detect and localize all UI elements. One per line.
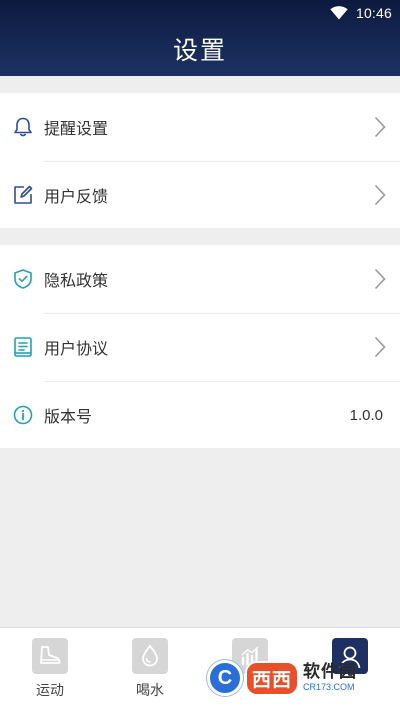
watermark-logo-icon: C: [207, 660, 243, 696]
info-icon: [12, 404, 34, 426]
document-icon: [12, 336, 34, 358]
shield-check-icon: [12, 268, 34, 290]
shoe-icon: [32, 638, 68, 674]
app-header: 10:46 设置: [0, 0, 400, 76]
chevron-right-icon: [374, 116, 386, 138]
watermark: C 西西 软件园 CR173.COM: [207, 654, 397, 702]
nav-item-water[interactable]: 喝水: [100, 628, 200, 710]
chevron-right-icon: [374, 268, 386, 290]
bell-icon: [12, 116, 34, 138]
settings-item-label: 用户协议: [44, 339, 109, 358]
wifi-icon: [330, 6, 348, 20]
edit-icon: [12, 184, 34, 206]
settings-item-agreement[interactable]: 用户协议: [0, 313, 400, 381]
nav-label: 运动: [36, 683, 64, 699]
settings-item-version: 版本号 1.0.0: [0, 381, 400, 449]
settings-item-reminder[interactable]: 提醒设置: [0, 93, 400, 161]
nav-label: 喝水: [136, 683, 164, 699]
settings-section-about: 隐私政策 用户协议 版本号 1.0.0: [0, 245, 400, 448]
page-title: 设置: [172, 36, 227, 65]
settings-item-privacy[interactable]: 隐私政策: [0, 245, 400, 313]
divider: [44, 313, 400, 314]
status-time: 10:46: [355, 5, 392, 21]
water-drop-icon: [132, 638, 168, 674]
chevron-right-icon: [374, 184, 386, 206]
settings-section-general: 提醒设置 用户反馈: [0, 93, 400, 228]
chevron-right-icon: [374, 336, 386, 358]
version-value: 1.0.0: [349, 406, 383, 424]
settings-item-label: 提醒设置: [44, 119, 109, 138]
watermark-url: CR173.COM: [303, 682, 355, 692]
settings-item-label: 版本号: [44, 407, 93, 426]
settings-item-label: 用户反馈: [44, 187, 109, 206]
status-bar: 10:46: [330, 3, 392, 23]
settings-item-label: 隐私政策: [44, 271, 109, 290]
divider: [44, 161, 400, 162]
divider: [44, 381, 400, 382]
watermark-name: 软件园: [303, 662, 358, 682]
settings-item-feedback[interactable]: 用户反馈: [0, 161, 400, 229]
nav-item-exercise[interactable]: 运动: [0, 628, 100, 710]
watermark-brand: 西西: [245, 660, 300, 696]
watermark-text: 软件园 CR173.COM: [303, 664, 357, 692]
